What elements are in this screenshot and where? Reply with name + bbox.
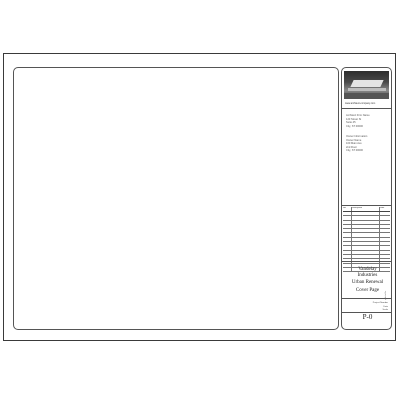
ground-shape: [344, 93, 389, 99]
revision-table: No. Description Date: [343, 207, 390, 273]
sheet-number: P-0: [362, 313, 373, 321]
drawing-area: [13, 67, 339, 330]
drawing-sheet: www.architect-company.com Architect Firm…: [3, 53, 396, 341]
revision-header-date: Date: [380, 207, 385, 209]
revision-header-number: No.: [343, 207, 352, 211]
address-line: City, ST 00000: [346, 149, 363, 152]
file-path-text: path to file: [385, 290, 387, 300]
date-label: Date: [383, 305, 388, 308]
building-slab-shape: [348, 88, 386, 91]
project-title: Vandelay Industries Urban Renewal: [344, 267, 391, 286]
revision-header-description: Description: [352, 207, 380, 211]
address-line: City, ST 00000: [346, 124, 363, 128]
scale-label: Scale: [382, 309, 388, 311]
sheet-name: Cover Page: [355, 288, 380, 293]
building-roof-shape: [350, 80, 384, 87]
divider: [342, 261, 391, 262]
project-number-label: Project Number: [372, 302, 388, 304]
rendering-image: [344, 71, 389, 99]
company-website: www.architect-company.com: [345, 102, 376, 105]
project-title-line: Urban Renewal: [351, 279, 384, 285]
divider: [342, 108, 391, 109]
divider: [342, 205, 391, 206]
